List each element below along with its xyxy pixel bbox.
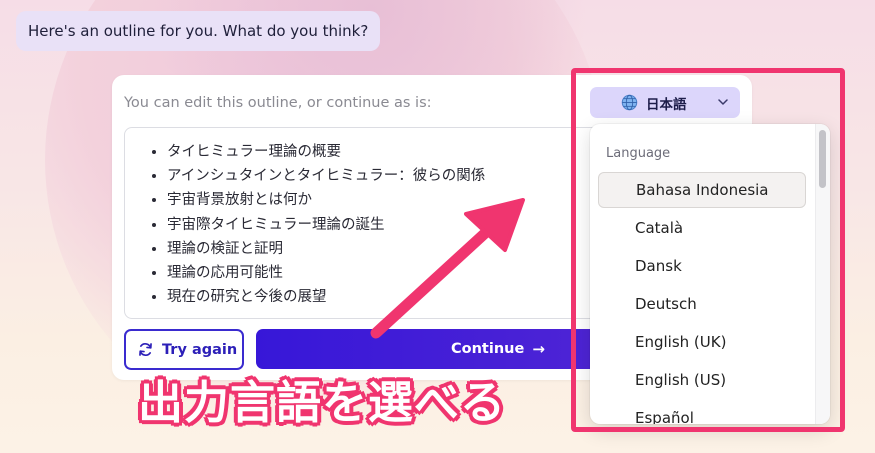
outline-item[interactable]: タイヒミュラー理論の概要 [167,140,589,164]
try-again-label: Try again [162,341,238,358]
outline-item[interactable]: 宇宙際タイヒミュラー理論の誕生 [167,213,589,237]
refresh-icon [139,342,152,357]
annotation-highlight-box [571,68,845,432]
outline-hint: You can edit this outline, or continue a… [124,95,432,111]
arrow-right-icon: → [532,340,545,358]
assistant-message-bubble: Here's an outline for you. What do you t… [16,11,381,51]
outline-item[interactable]: 理論の応用可能性 [167,261,589,285]
outline-item[interactable]: 宇宙背景放射とは何か [167,188,589,212]
outline-item[interactable]: アインシュタインとタイヒミュラー：彼らの関係 [167,164,589,188]
assistant-message-text: Here's an outline for you. What do you t… [28,22,369,40]
try-again-button[interactable]: Try again [124,329,244,370]
annotation-caption: 出力言語を選べる [138,376,507,429]
continue-label: Continue [451,341,525,357]
outline-editor[interactable]: タイヒミュラー理論の概要 アインシュタインとタイヒミュラー：彼らの関係 宇宙背景… [124,127,604,319]
outline-item[interactable]: 理論の検証と証明 [167,237,589,261]
outline-item[interactable]: 現在の研究と今後の展望 [167,285,589,309]
